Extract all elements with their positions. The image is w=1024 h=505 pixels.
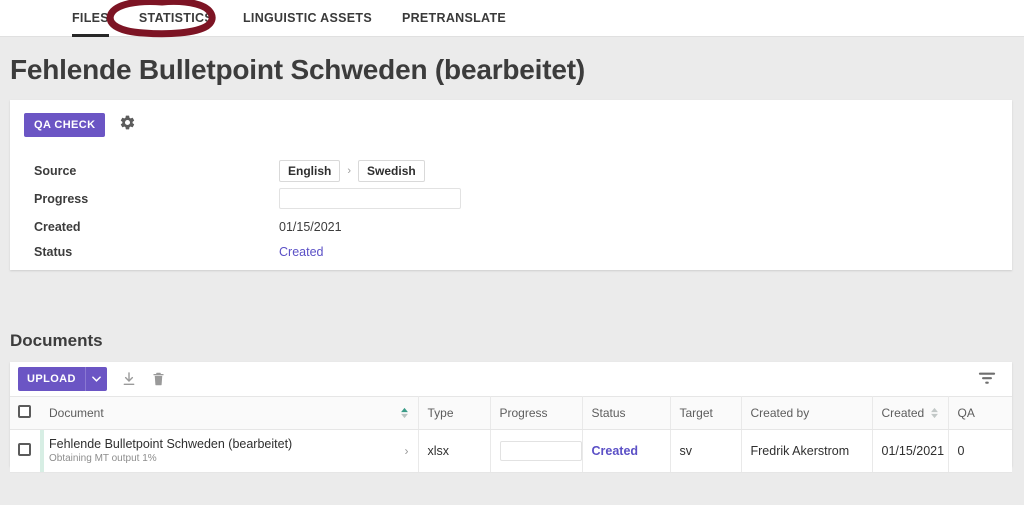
card-action-row: QA CHECK [24,113,136,137]
qa-check-button[interactable]: QA CHECK [24,113,106,137]
cell-progress [490,429,583,473]
project-info-rows: Source English › Swedish Progress Create… [34,158,984,264]
column-header-created-by-label: Created by [750,406,810,420]
column-header-type-label: Type [427,406,454,420]
documents-card: UPLOAD Document Type Progress Status Tar… [10,362,1012,473]
documents-table: Document Type Progress Status Target Cre… [10,396,1012,473]
column-header-progress[interactable]: Progress [490,396,583,430]
column-header-status[interactable]: Status [582,396,671,430]
document-subtitle: Obtaining MT output 1% [49,453,157,464]
status-link[interactable]: Created [279,245,323,259]
tab-files[interactable]: FILES [72,0,109,37]
info-row-progress: Progress [34,183,984,214]
sort-toggle-document-icon[interactable] [400,407,409,419]
target-language-chip[interactable]: Swedish [358,159,425,182]
download-icon[interactable] [121,371,137,387]
tab-files-label: FILES [72,11,109,25]
column-header-document[interactable]: Document [40,396,419,430]
documents-toolbar: UPLOAD [10,362,1012,396]
column-header-created[interactable]: Created [872,396,949,430]
column-header-target-label: Target [679,406,713,420]
info-label-status: Status [34,244,73,259]
cell-type: xlsx [418,429,491,473]
document-name: Fehlende Bulletpoint Schweden (bearbeite… [49,437,293,451]
tab-underline [402,34,506,37]
info-row-created: Created 01/15/2021 [34,214,984,239]
source-language-chip[interactable]: English [279,159,341,182]
info-label-progress: Progress [34,191,89,206]
tab-linguistic-assets-label: LINGUISTIC ASSETS [243,11,372,25]
tab-statistics[interactable]: STATISTICS [139,0,213,37]
upload-button-group[interactable]: UPLOAD [18,367,107,391]
tab-underline [243,34,372,37]
tab-pretranslate[interactable]: PRETRANSLATE [402,0,506,37]
info-value-created: 01/15/2021 [279,219,342,234]
tab-underline [139,34,213,37]
table-row[interactable]: Fehlende Bulletpoint Schweden (bearbeite… [10,429,1012,473]
gear-icon[interactable] [119,114,136,136]
main-tab-bar: FILES STATISTICS LINGUISTIC ASSETS PRETR… [0,0,1024,37]
column-header-target[interactable]: Target [670,396,742,430]
row-select-cell [10,429,40,473]
info-label-created: Created [34,219,81,234]
column-header-document-label: Document [49,406,104,420]
info-row-status: Status Created [34,239,984,264]
info-row-source: Source English › Swedish [34,158,984,183]
column-header-qa-label: QA [957,406,975,420]
row-checkbox[interactable] [18,443,31,456]
trash-icon[interactable] [151,371,166,387]
sort-toggle-created-icon[interactable] [930,407,939,419]
filter-icon[interactable] [978,371,996,390]
table-header-row: Document Type Progress Status Target Cre… [10,396,1012,430]
info-value-progress [279,188,461,209]
column-header-created-by[interactable]: Created by [741,396,873,430]
cell-created-by: Fredrik Akerstrom [741,429,873,473]
column-header-created-label: Created [881,406,925,420]
cell-target: sv [670,429,742,473]
tab-statistics-label: STATISTICS [138,11,213,25]
cell-status: Created [582,429,671,473]
chevron-right-icon: › [347,164,352,177]
column-header-qa[interactable]: QA [948,396,1012,430]
info-value-source: English › Swedish [279,159,425,182]
page-title: Fehlende Bulletpoint Schweden (bearbeite… [10,54,585,85]
column-header-progress-label: Progress [499,406,548,420]
column-header-select-all [10,396,40,430]
app-root: FILES STATISTICS LINGUISTIC ASSETS PRETR… [0,0,1024,505]
tab-pretranslate-label: PRETRANSLATE [401,11,507,25]
tab-active-underline [72,34,109,37]
info-label-source: Source [34,163,77,178]
column-header-type[interactable]: Type [418,396,491,430]
upload-button[interactable]: UPLOAD [18,367,85,391]
row-status-accent [40,430,44,472]
document-progress-bar [499,441,582,461]
cell-document[interactable]: Fehlende Bulletpoint Schweden (bearbeite… [40,429,419,473]
cell-created: 01/15/2021 [872,429,949,473]
chevron-right-icon[interactable]: › [405,444,409,458]
project-info-card: QA CHECK Source English › Swedish Progre… [10,100,1012,270]
cell-qa: 0 [948,429,1012,473]
column-header-status-label: Status [591,406,626,420]
project-progress-bar [279,188,461,209]
info-value-status: Created [279,245,323,259]
tab-linguistic-assets[interactable]: LINGUISTIC ASSETS [243,0,372,37]
document-status-link[interactable]: Created [592,444,639,458]
chevron-down-icon[interactable] [84,367,107,391]
documents-section-title: Documents [10,331,103,350]
select-all-checkbox[interactable] [18,405,31,418]
